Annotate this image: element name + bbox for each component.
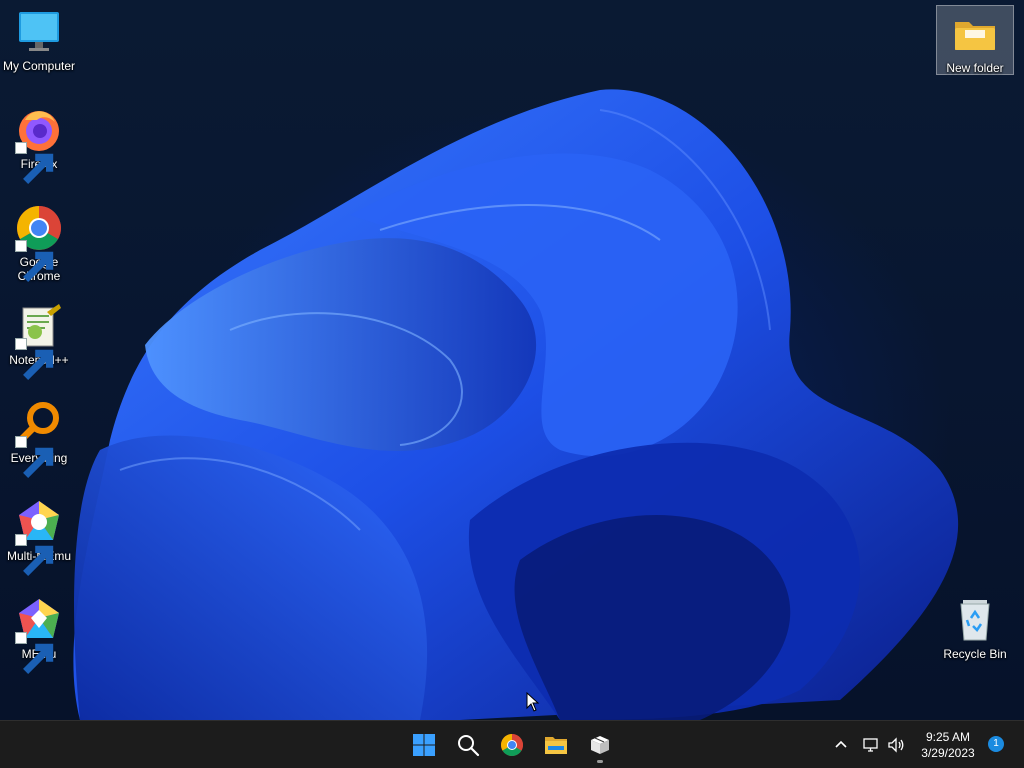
volume-button[interactable]	[887, 731, 907, 759]
shortcut-arrow-icon	[15, 338, 54, 380]
desktop-icon-google-chrome[interactable]: Google Chrome	[2, 204, 76, 283]
desktop-icon-label: New folder	[946, 61, 1004, 75]
chrome-icon	[501, 734, 523, 756]
start-button[interactable]	[404, 725, 444, 765]
memu-icon	[15, 596, 63, 674]
shortcut-arrow-icon	[15, 632, 54, 674]
shortcut-arrow-icon	[15, 534, 54, 576]
recycle-bin-icon	[951, 596, 999, 644]
taskbar-file-explorer-button[interactable]	[536, 725, 576, 765]
file-explorer-icon	[545, 737, 567, 754]
package-box-icon	[591, 736, 609, 754]
notepadpp-icon	[15, 302, 63, 380]
bloom-wallpaper	[73, 89, 959, 720]
windows-start-icon	[413, 734, 435, 756]
volume-icon	[888, 737, 904, 753]
desktop-icon-notepadpp[interactable]: Notepad++	[2, 302, 76, 380]
multi-memu-icon	[15, 498, 63, 576]
taskbar: 9:25 AM 3/29/2023	[0, 720, 1024, 768]
desktop-icon-everything[interactable]: Everything	[2, 400, 76, 478]
show-hidden-icons-button[interactable]	[832, 731, 850, 759]
desktop-icon-label: My Computer	[2, 59, 76, 73]
desktop-icon-my-computer[interactable]: My Computer	[2, 8, 76, 73]
desktop-icon-multi-memu[interactable]: Multi-MEmu	[2, 498, 76, 576]
network-icon	[863, 738, 878, 752]
clock[interactable]: 9:25 AM 3/29/2023	[912, 729, 984, 761]
chrome-icon	[15, 204, 63, 282]
everything-icon	[15, 400, 63, 478]
shortcut-arrow-icon	[15, 142, 54, 184]
chevron-up-icon	[835, 740, 847, 748]
monitor-icon	[15, 8, 63, 56]
taskbar-chrome-button[interactable]	[492, 725, 532, 765]
desktop-icon-new-folder[interactable]: New folder	[936, 5, 1014, 75]
desktop-icon-memu[interactable]: MEmu	[2, 596, 76, 674]
search-button[interactable]	[448, 725, 488, 765]
shortcut-arrow-icon	[15, 436, 54, 478]
clock-time: 9:25 AM	[925, 730, 971, 744]
search-icon	[458, 735, 480, 757]
desktop-icon-label: Recycle Bin	[943, 647, 1007, 661]
desktop[interactable]: My Computer Firefox Google Chrome Notepa…	[0, 0, 1024, 720]
taskbar-package-app-button[interactable]	[580, 725, 620, 765]
shortcut-arrow-icon	[15, 240, 54, 282]
mouse-cursor-icon	[526, 692, 540, 712]
firefox-icon	[15, 106, 63, 184]
network-button[interactable]	[862, 731, 882, 759]
folder-icon	[951, 10, 999, 58]
desktop-icon-recycle-bin[interactable]: Recycle Bin	[938, 596, 1012, 661]
desktop-icon-firefox[interactable]: Firefox	[2, 106, 76, 184]
notification-badge[interactable]: 1	[988, 736, 1004, 752]
running-indicator	[597, 760, 603, 763]
clock-date: 3/29/2023	[921, 746, 975, 760]
